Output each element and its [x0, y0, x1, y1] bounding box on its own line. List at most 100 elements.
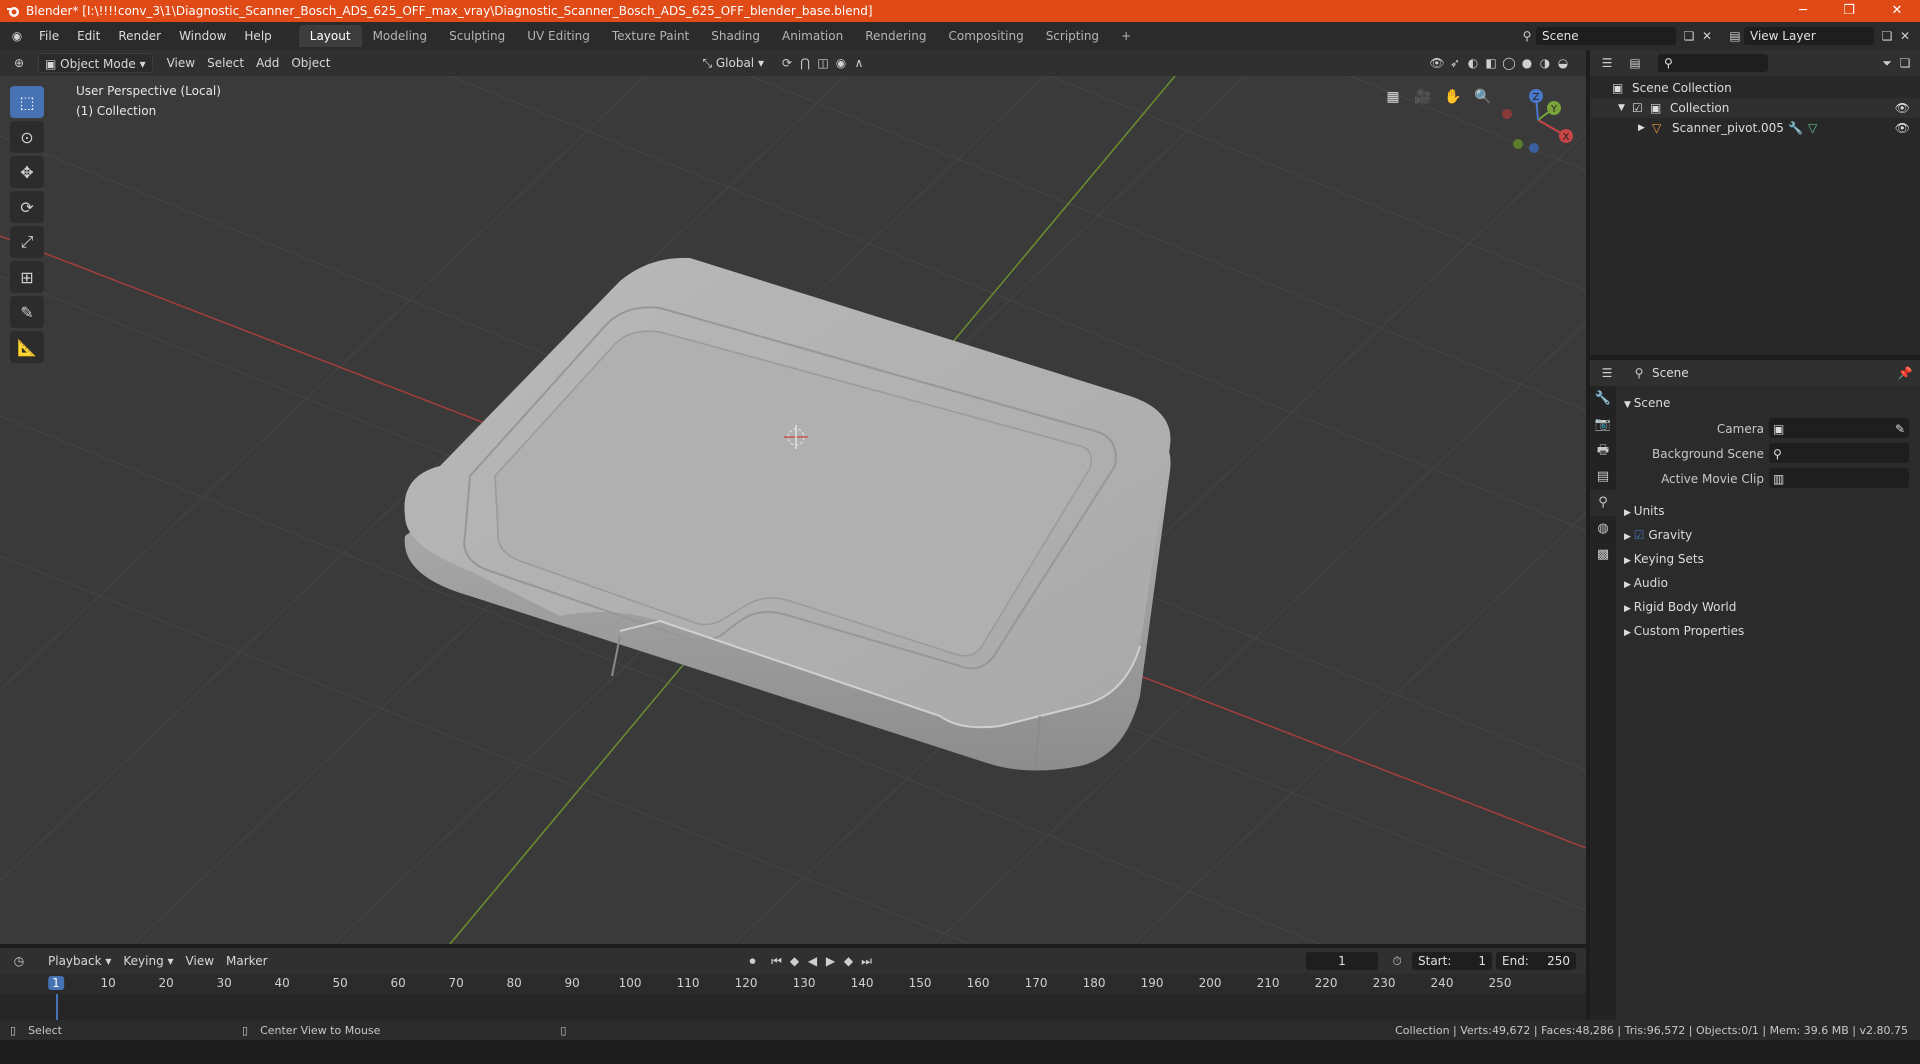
prev-keyframe-icon[interactable]: ◆ — [786, 952, 804, 970]
rendered-shading-icon[interactable]: ◒ — [1554, 54, 1572, 72]
add-workspace-button[interactable]: + — [1110, 25, 1142, 47]
pin-icon[interactable]: 📌 — [1896, 364, 1914, 382]
measure-tool-icon[interactable]: 📐 — [10, 331, 44, 363]
tab-uv-editing[interactable]: UV Editing — [516, 25, 601, 47]
jump-start-icon[interactable]: ⏮ — [768, 952, 786, 970]
pan-view-icon[interactable]: ✋ — [1440, 84, 1466, 110]
eye-icon[interactable]: 👁 — [1895, 98, 1910, 118]
tab-texture-paint[interactable]: Texture Paint — [601, 25, 700, 47]
navigation-gizmo[interactable]: X Y Z — [1490, 76, 1586, 166]
tab-scripting[interactable]: Scripting — [1035, 25, 1110, 47]
timeline-scrollbar[interactable] — [8, 1056, 1576, 1064]
minimize-button[interactable]: ─ — [1780, 0, 1826, 22]
keying-sets-panel-header[interactable]: ▶ Keying Sets — [1624, 548, 1914, 570]
view-layer-tab-icon[interactable]: ▤ — [1590, 464, 1616, 490]
outliner-row-object[interactable]: ▶ ▽ Scanner_pivot.005 🔧 ▽ 👁 — [1590, 118, 1920, 138]
menu-edit[interactable]: Edit — [68, 25, 109, 47]
end-frame-field[interactable]: End: 250 — [1496, 952, 1576, 970]
menu-playback[interactable]: Playback ▾ — [42, 951, 117, 971]
timeline-ruler[interactable]: 1 10 20 30 40 50 60 70 80 90 100 110 120 130 140 150 160… — [0, 974, 1586, 994]
tab-shading[interactable]: Shading — [700, 25, 771, 47]
scene-selector[interactable]: Scene — [1536, 27, 1676, 45]
blender-menu-icon[interactable]: ◉ — [8, 27, 26, 45]
eye-icon[interactable]: 👁 — [1895, 118, 1910, 138]
menu-help[interactable]: Help — [235, 25, 280, 47]
maximize-button[interactable]: ❐ — [1826, 0, 1872, 22]
menu-object[interactable]: Object — [285, 53, 336, 73]
rotate-tool-icon[interactable]: ⟳ — [10, 191, 44, 223]
gizmo-neg-x-icon[interactable] — [1502, 109, 1512, 119]
material-shading-icon[interactable]: ◑ — [1536, 54, 1554, 72]
tab-rendering[interactable]: Rendering — [854, 25, 937, 47]
display-mode-icon[interactable]: ▤ — [1626, 54, 1644, 72]
gravity-panel-header[interactable]: ▶ ☑ Gravity — [1624, 524, 1914, 546]
move-tool-icon[interactable]: ✥ — [10, 156, 44, 188]
select-box-tool-icon[interactable]: ⬚ — [10, 86, 44, 118]
wireframe-shading-icon[interactable]: ◯ — [1500, 54, 1518, 72]
eyedropper-icon[interactable]: ✎ — [1895, 418, 1905, 440]
remove-view-layer-icon[interactable]: ✕ — [1896, 27, 1914, 45]
falloff-icon[interactable]: ∧ — [850, 54, 868, 72]
menu-select[interactable]: Select — [201, 53, 250, 73]
rigid-body-world-panel-header[interactable]: ▶ Rigid Body World — [1624, 596, 1914, 618]
next-keyframe-icon[interactable]: ◆ — [840, 952, 858, 970]
object-mode-dropdown[interactable]: ▣ Object Mode ▾ — [38, 53, 153, 73]
gizmo-neg-z-icon[interactable] — [1529, 143, 1539, 153]
record-icon[interactable]: ⏺ — [744, 952, 762, 970]
start-frame-field[interactable]: Start: 1 — [1412, 952, 1492, 970]
camera-view-icon[interactable]: 🎥 — [1410, 84, 1436, 110]
tab-animation[interactable]: Animation — [771, 25, 854, 47]
tab-compositing[interactable]: Compositing — [937, 25, 1034, 47]
render-tab-icon[interactable]: 📷 — [1590, 412, 1616, 438]
transform-tool-icon[interactable]: ⊞ — [10, 261, 44, 293]
menu-timeline-view[interactable]: View — [180, 951, 220, 971]
texture-tab-icon[interactable]: ▩ — [1590, 542, 1616, 568]
3d-viewport[interactable]: ⬚ ⊙ ✥ ⟳ ⤢ ⊞ ✎ 📐 User Perspective (Local)… — [0, 76, 1586, 944]
expand-arrow-icon[interactable]: ▶ — [1638, 118, 1645, 138]
output-tab-icon[interactable]: 🖶 — [1590, 438, 1616, 464]
view-layer-selector[interactable]: View Layer — [1744, 27, 1874, 45]
menu-window[interactable]: Window — [170, 25, 235, 47]
stopwatch-icon[interactable]: ⏱ — [1388, 952, 1406, 970]
toggle-camera-grid-icon[interactable]: ▦ — [1380, 84, 1406, 110]
outliner-search-input[interactable]: ⚲ — [1658, 54, 1768, 72]
menu-view[interactable]: View — [161, 53, 201, 73]
modifier-wrench-icon[interactable]: 🔧 — [1788, 118, 1803, 138]
gravity-checkbox-icon[interactable]: ☑ — [1634, 528, 1649, 542]
menu-render[interactable]: Render — [109, 25, 170, 47]
close-button[interactable]: ✕ — [1874, 0, 1920, 22]
play-icon[interactable]: ▶ — [822, 952, 840, 970]
editor-type-icon[interactable]: ⊕ — [10, 54, 28, 72]
tab-modeling[interactable]: Modeling — [362, 25, 439, 47]
view-layer-icon[interactable]: ▤ — [1726, 27, 1744, 45]
scale-tool-icon[interactable]: ⤢ — [10, 226, 44, 258]
tool-tab-icon[interactable]: 🔧 — [1590, 386, 1616, 412]
mesh-data-icon[interactable]: ▽ — [1808, 118, 1817, 138]
menu-file[interactable]: File — [30, 25, 68, 47]
menu-keying[interactable]: Keying ▾ — [117, 951, 179, 971]
remove-scene-icon[interactable]: ✕ — [1698, 27, 1716, 45]
gizmo-neg-y-icon[interactable] — [1513, 139, 1523, 149]
annotate-tool-icon[interactable]: ✎ — [10, 296, 44, 328]
expand-arrow-icon[interactable]: ▼ — [1618, 98, 1625, 118]
timeline-editor-icon[interactable]: ◷ — [10, 952, 28, 970]
filter-icon[interactable]: ⏷ — [1878, 54, 1896, 72]
snap-target-icon[interactable]: ◫ — [814, 54, 832, 72]
current-frame-field[interactable]: 1 — [1306, 952, 1378, 970]
custom-properties-panel-header[interactable]: ▶ Custom Properties — [1624, 620, 1914, 642]
transform-orientation-dropdown[interactable]: ⤡ Global ▾ — [696, 53, 770, 73]
solid-shading-icon[interactable]: ● — [1518, 54, 1536, 72]
jump-end-icon[interactable]: ⏭ — [858, 952, 876, 970]
world-tab-icon[interactable]: ◍ — [1590, 516, 1616, 542]
new-collection-icon[interactable]: ❏ — [1896, 54, 1914, 72]
pivot-point-icon[interactable]: ⟳ — [778, 54, 796, 72]
outliner-row-collection[interactable]: ▼ ☑ ▣ Collection 👁 — [1590, 98, 1920, 118]
outliner-row-scene-collection[interactable]: ▣ Scene Collection — [1590, 78, 1920, 98]
menu-add[interactable]: Add — [250, 53, 285, 73]
menu-marker[interactable]: Marker — [220, 951, 273, 971]
background-scene-field[interactable]: ⚲ — [1769, 443, 1909, 463]
tab-sculpting[interactable]: Sculpting — [438, 25, 516, 47]
properties-editor-icon[interactable]: ☰ — [1598, 364, 1616, 382]
cursor-tool-icon[interactable]: ⊙ — [10, 121, 44, 153]
checkbox-icon[interactable]: ☑ — [1632, 98, 1643, 118]
